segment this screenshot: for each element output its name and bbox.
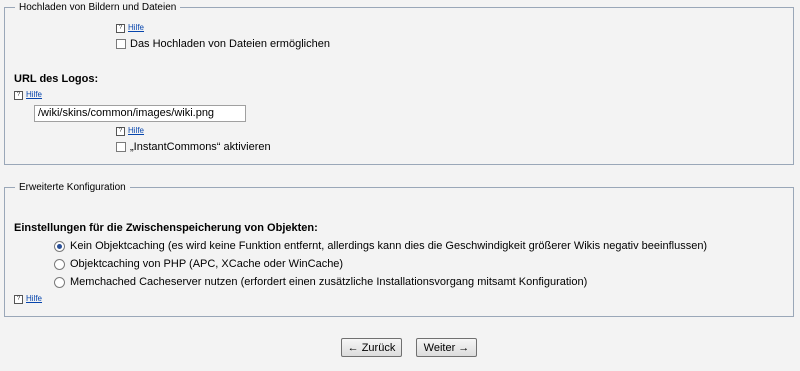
help-link-text[interactable]: Hilfe xyxy=(26,294,42,304)
next-button[interactable]: Weiter → xyxy=(416,338,477,357)
caching-php-radio[interactable] xyxy=(54,258,65,270)
help-link-instantcommons[interactable]: ? Hilfe xyxy=(116,126,144,136)
caching-option-memcached[interactable]: Memchached Cacheserver nutzen (erfordert… xyxy=(54,276,587,288)
logo-url-input[interactable]: /wiki/skins/common/images/wiki.png xyxy=(34,105,246,122)
help-link-caching[interactable]: ? Hilfe xyxy=(14,294,42,304)
caching-memcached-radio[interactable] xyxy=(54,276,65,288)
help-link-text[interactable]: Hilfe xyxy=(26,90,42,100)
instantcommons-checkbox[interactable] xyxy=(116,142,126,152)
question-mark-icon: ? xyxy=(116,126,125,136)
question-mark-icon: ? xyxy=(14,90,23,100)
help-link-text[interactable]: Hilfe xyxy=(128,23,144,33)
caching-heading: Einstellungen für die Zwischenspeicherun… xyxy=(14,222,318,234)
help-link-text[interactable]: Hilfe xyxy=(128,126,144,136)
advanced-legend: Erweiterte Konfiguration xyxy=(15,181,130,194)
caching-option-label: Objektcaching von PHP (APC, XCache oder … xyxy=(70,258,344,270)
caching-option-label: Memchached Cacheserver nutzen (erfordert… xyxy=(70,276,588,288)
caching-option-none[interactable]: Kein Objektcaching (es wird keine Funkti… xyxy=(54,240,707,252)
logo-url-field-wrap: /wiki/skins/common/images/wiki.png xyxy=(34,105,246,122)
instantcommons-label: „InstantCommons“ aktivieren xyxy=(130,141,271,153)
enable-upload-option[interactable]: Das Hochladen von Dateien ermöglichen xyxy=(116,38,330,50)
back-button[interactable]: ← Zurück xyxy=(341,338,402,357)
question-mark-icon: ? xyxy=(14,294,23,304)
help-link-logo[interactable]: ? Hilfe xyxy=(14,90,42,100)
caching-option-php[interactable]: Objektcaching von PHP (APC, XCache oder … xyxy=(54,258,343,270)
advanced-fieldset: Erweiterte Konfiguration xyxy=(4,181,794,317)
enable-upload-label: Das Hochladen von Dateien ermöglichen xyxy=(130,38,330,50)
enable-upload-checkbox[interactable] xyxy=(116,39,126,49)
caching-option-label: Kein Objektcaching (es wird keine Funkti… xyxy=(70,240,708,252)
logo-url-label: URL des Logos: xyxy=(14,73,99,85)
question-mark-icon: ? xyxy=(116,23,125,33)
help-link-upload[interactable]: ? Hilfe xyxy=(116,23,144,33)
caching-none-radio[interactable] xyxy=(54,240,65,252)
instantcommons-option[interactable]: „InstantCommons“ aktivieren xyxy=(116,141,271,153)
upload-legend: Hochladen von Bildern und Dateien xyxy=(15,1,181,14)
